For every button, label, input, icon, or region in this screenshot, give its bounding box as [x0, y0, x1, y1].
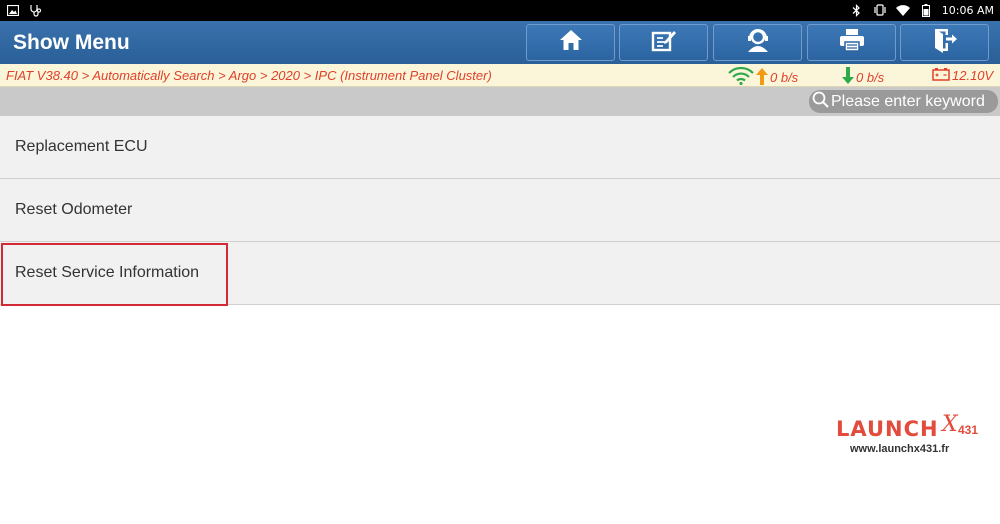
voltage-value: 12.10V — [952, 68, 994, 83]
search-icon — [812, 91, 829, 113]
breadcrumb: FIAT V38.40 > Automatically Search > Arg… — [6, 68, 492, 83]
menu-item-label: Reset Service Information — [15, 264, 200, 281]
search-strip — [0, 87, 1000, 116]
bluetooth-icon — [850, 3, 864, 17]
edit-button[interactable] — [619, 24, 708, 61]
menu-item-label: Reset Odometer — [15, 201, 133, 218]
download-rate: 0 b/s — [842, 67, 884, 87]
exit-button[interactable] — [900, 24, 989, 61]
vibrate-icon — [873, 3, 887, 17]
watermark-model: 431 — [958, 423, 979, 437]
print-button[interactable] — [807, 24, 896, 61]
image-icon — [6, 3, 20, 17]
support-button[interactable] — [713, 24, 802, 61]
launch-watermark: LAUNCH X 431 www.launchx431.fr — [836, 412, 986, 462]
print-icon — [839, 28, 865, 57]
watermark-brand: LAUNCH — [836, 417, 939, 441]
page-title: Show Menu — [13, 31, 130, 54]
upload-arrow-icon — [756, 67, 768, 88]
wifi-icon — [895, 3, 910, 17]
function-menu-list: Replacement ECU Reset Odometer Reset Ser… — [0, 116, 1000, 306]
menu-item-reset-odometer[interactable]: Reset Odometer — [0, 179, 1000, 242]
upload-rate: 0 b/s — [728, 66, 799, 88]
menu-item-reset-service-information[interactable]: Reset Service Information — [0, 242, 1000, 306]
stethoscope-icon — [28, 3, 42, 17]
support-icon — [745, 27, 771, 58]
menu-item-label: Replacement ECU — [15, 138, 148, 155]
home-button[interactable] — [526, 24, 615, 61]
battery-icon — [919, 3, 933, 17]
download-rate-value: 0 b/s — [856, 69, 885, 85]
edit-icon — [651, 28, 677, 57]
android-status-bar: 10:06 AM — [0, 0, 1000, 21]
watermark-url: www.launchx431.fr — [850, 443, 950, 455]
upload-rate-value: 0 b/s — [770, 70, 799, 85]
search-input[interactable] — [831, 92, 1000, 111]
info-bar: FIAT V38.40 > Automatically Search > Arg… — [0, 64, 1000, 87]
battery-voltage: 12.10V — [932, 67, 993, 84]
app-header: Show Menu — [0, 21, 1000, 64]
home-icon — [559, 29, 583, 56]
download-arrow-icon — [842, 67, 854, 87]
menu-item-replacement-ecu[interactable]: Replacement ECU — [0, 116, 1000, 179]
watermark-x: X — [942, 412, 958, 437]
wifi-signal-icon — [728, 66, 754, 88]
clock: 10:06 AM — [941, 3, 994, 17]
exit-icon — [932, 27, 958, 58]
search-box[interactable] — [809, 90, 1000, 113]
car-battery-icon — [932, 67, 950, 84]
